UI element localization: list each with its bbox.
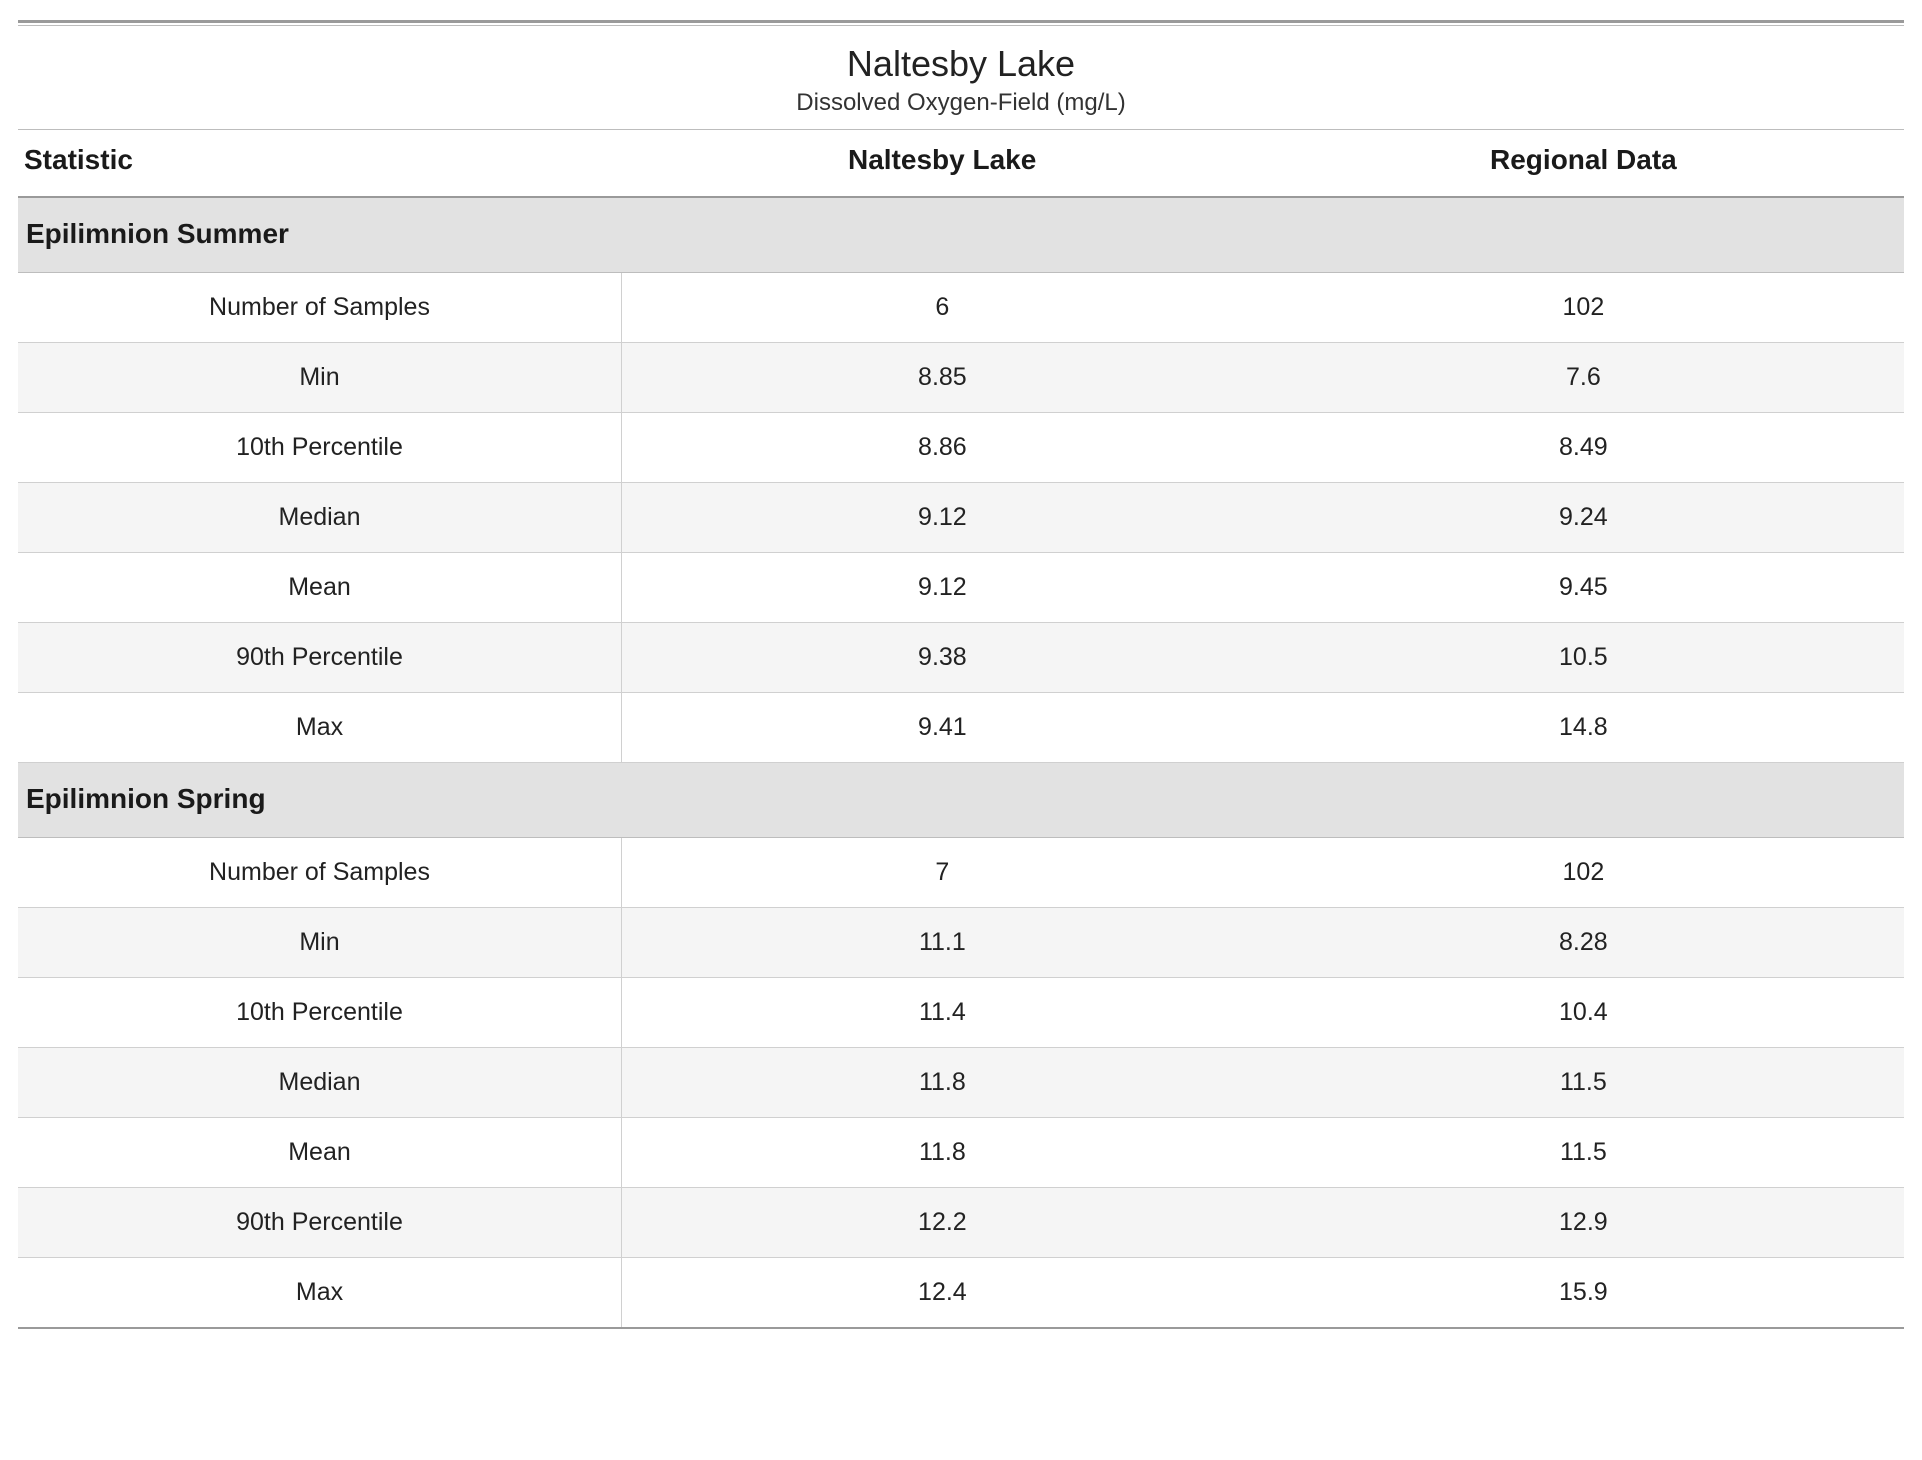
report-page: Naltesby Lake Dissolved Oxygen-Field (mg… xyxy=(0,0,1922,1369)
section-header: Epilimnion Spring xyxy=(18,763,1904,838)
site-value: 7 xyxy=(622,838,1263,908)
table-row: 90th Percentile 9.38 10.5 xyxy=(18,623,1904,693)
regional-value: 12.9 xyxy=(1263,1188,1904,1258)
regional-value: 10.4 xyxy=(1263,978,1904,1048)
stat-label: Min xyxy=(18,343,622,413)
regional-value: 14.8 xyxy=(1263,693,1904,763)
table-row: Median 11.8 11.5 xyxy=(18,1048,1904,1118)
site-value: 9.12 xyxy=(622,553,1263,623)
table-row: 90th Percentile 12.2 12.9 xyxy=(18,1188,1904,1258)
regional-value: 11.5 xyxy=(1263,1048,1904,1118)
table-row: 10th Percentile 11.4 10.4 xyxy=(18,978,1904,1048)
regional-value: 9.45 xyxy=(1263,553,1904,623)
site-value: 8.86 xyxy=(622,413,1263,483)
title-block: Naltesby Lake Dissolved Oxygen-Field (mg… xyxy=(18,36,1904,121)
col-header-statistic: Statistic xyxy=(18,130,622,197)
section-title: Epilimnion Summer xyxy=(18,197,1904,273)
table-row: Number of Samples 7 102 xyxy=(18,838,1904,908)
regional-value: 8.28 xyxy=(1263,908,1904,978)
stats-table: Statistic Naltesby Lake Regional Data Ep… xyxy=(18,130,1904,1329)
site-value: 11.8 xyxy=(622,1048,1263,1118)
stat-label: Number of Samples xyxy=(18,838,622,908)
stat-label: 90th Percentile xyxy=(18,623,622,693)
table-row: Min 8.85 7.6 xyxy=(18,343,1904,413)
site-value: 11.8 xyxy=(622,1118,1263,1188)
site-value: 12.2 xyxy=(622,1188,1263,1258)
regional-value: 9.24 xyxy=(1263,483,1904,553)
regional-value: 7.6 xyxy=(1263,343,1904,413)
table-row: Number of Samples 6 102 xyxy=(18,273,1904,343)
table-row: Max 12.4 15.9 xyxy=(18,1258,1904,1329)
table-row: Max 9.41 14.8 xyxy=(18,693,1904,763)
table-row: Min 11.1 8.28 xyxy=(18,908,1904,978)
col-header-site: Naltesby Lake xyxy=(622,130,1263,197)
site-value: 9.41 xyxy=(622,693,1263,763)
regional-value: 102 xyxy=(1263,273,1904,343)
column-header-row: Statistic Naltesby Lake Regional Data xyxy=(18,130,1904,197)
table-row: Mean 9.12 9.45 xyxy=(18,553,1904,623)
stat-label: Mean xyxy=(18,553,622,623)
col-header-regional: Regional Data xyxy=(1263,130,1904,197)
site-value: 11.4 xyxy=(622,978,1263,1048)
stat-label: 10th Percentile xyxy=(18,978,622,1048)
table-row: Mean 11.8 11.5 xyxy=(18,1118,1904,1188)
stat-label: 90th Percentile xyxy=(18,1188,622,1258)
regional-value: 102 xyxy=(1263,838,1904,908)
section-header: Epilimnion Summer xyxy=(18,197,1904,273)
stat-label: Min xyxy=(18,908,622,978)
section-title: Epilimnion Spring xyxy=(18,763,1904,838)
page-title: Naltesby Lake xyxy=(18,42,1904,85)
stat-label: Median xyxy=(18,483,622,553)
table-row: Median 9.12 9.24 xyxy=(18,483,1904,553)
site-value: 12.4 xyxy=(622,1258,1263,1329)
site-value: 11.1 xyxy=(622,908,1263,978)
regional-value: 8.49 xyxy=(1263,413,1904,483)
regional-value: 11.5 xyxy=(1263,1118,1904,1188)
page-subtitle: Dissolved Oxygen-Field (mg/L) xyxy=(18,89,1904,117)
site-value: 9.12 xyxy=(622,483,1263,553)
stat-label: Number of Samples xyxy=(18,273,622,343)
stat-label: Median xyxy=(18,1048,622,1118)
site-value: 6 xyxy=(622,273,1263,343)
stat-label: 10th Percentile xyxy=(18,413,622,483)
stat-label: Max xyxy=(18,1258,622,1329)
stat-label: Mean xyxy=(18,1118,622,1188)
top-rule xyxy=(18,20,1904,26)
stat-label: Max xyxy=(18,693,622,763)
site-value: 9.38 xyxy=(622,623,1263,693)
table-row: 10th Percentile 8.86 8.49 xyxy=(18,413,1904,483)
site-value: 8.85 xyxy=(622,343,1263,413)
regional-value: 15.9 xyxy=(1263,1258,1904,1329)
regional-value: 10.5 xyxy=(1263,623,1904,693)
